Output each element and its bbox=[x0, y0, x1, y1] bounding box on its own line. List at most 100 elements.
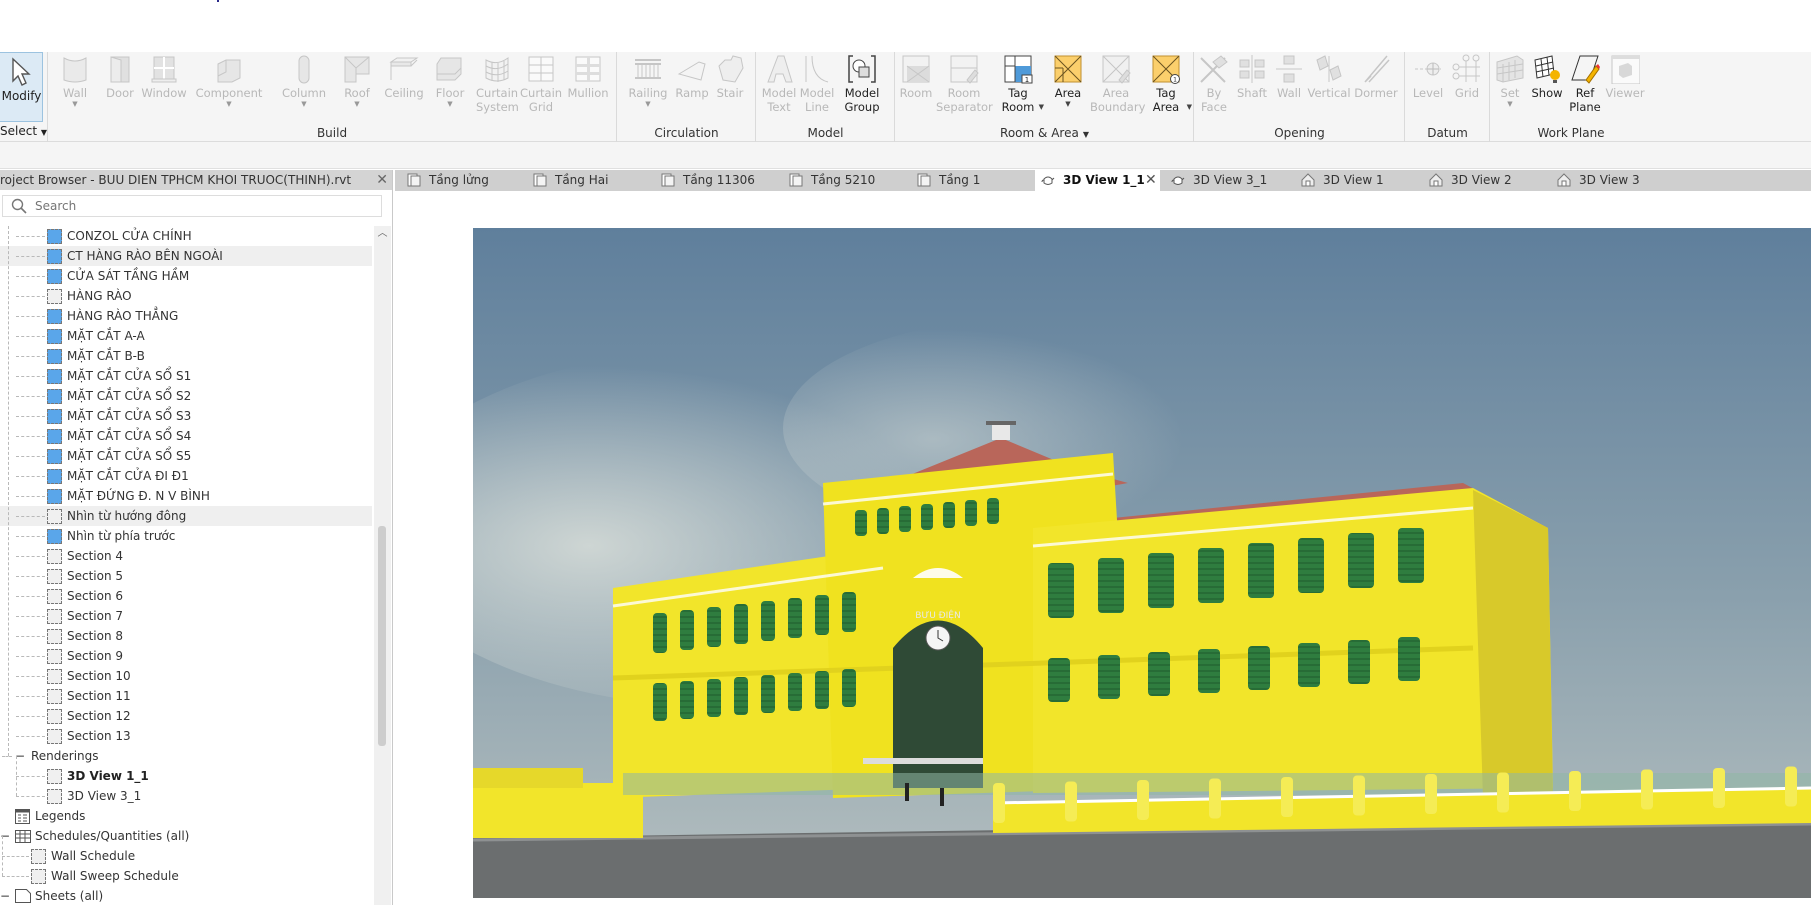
search-input[interactable] bbox=[35, 197, 365, 215]
model-text-tool[interactable]: Model Text bbox=[761, 52, 797, 114]
tree-item[interactable]: 3D View 3_1 bbox=[0, 786, 372, 806]
tree-item[interactable]: MẶT CẮT CỬA SỔ S1 bbox=[0, 366, 372, 386]
window bbox=[1348, 533, 1374, 588]
level-tool[interactable]: Level bbox=[1410, 52, 1446, 100]
vertical-opening-tool[interactable]: Vertical bbox=[1307, 52, 1351, 100]
panel-build: Wall ▼ Door Window Component ▼ Column ▼ Roo… bbox=[47, 52, 617, 142]
search-box[interactable] bbox=[2, 195, 382, 217]
floor-tool[interactable]: Floor ▼ bbox=[430, 52, 470, 108]
tree-item[interactable]: − Renderings bbox=[0, 746, 372, 766]
area-tool[interactable]: Area ▼ bbox=[1048, 52, 1088, 108]
tree-item[interactable]: Section 4 bbox=[0, 546, 372, 566]
model-group-tool[interactable]: Model Group bbox=[839, 52, 885, 114]
vertical-scrollbar[interactable]: ︿ bbox=[374, 226, 391, 905]
by-face-tool[interactable]: By Face bbox=[1199, 52, 1229, 114]
tree-item[interactable]: CỬA SÁT TẦNG HẦM bbox=[0, 266, 372, 286]
tree-item[interactable]: Section 7 bbox=[0, 606, 372, 626]
area-boundary-tool[interactable]: Area Boundary bbox=[1090, 52, 1145, 114]
view-tab[interactable]: Tầng lửng bbox=[401, 170, 527, 191]
room-separator-tool[interactable]: Room Separator bbox=[936, 52, 993, 114]
tree-item[interactable]: MẶT CẮT A-A bbox=[0, 326, 372, 346]
select-panel-dropdown[interactable]: Select ▼ bbox=[0, 124, 47, 138]
view-tab[interactable]: 3D View 3_1 bbox=[1165, 170, 1291, 191]
wall-tool[interactable]: Wall ▼ bbox=[60, 52, 90, 108]
collapse-toggle[interactable]: − bbox=[0, 886, 10, 905]
tree-item[interactable]: CT HÀNG RÀO BÊN NGOÀI bbox=[0, 246, 372, 266]
tree-guide-line bbox=[16, 296, 45, 297]
rendered-image[interactable]: BƯU ĐIỆN bbox=[473, 228, 1811, 898]
component-tool[interactable]: Component ▼ bbox=[194, 52, 264, 108]
close-icon[interactable]: ✕ bbox=[376, 170, 388, 190]
tree-item[interactable]: MẶT CẮT CỬA ĐI Đ1 bbox=[0, 466, 372, 486]
view-tab[interactable]: Tầng 5210 bbox=[783, 170, 909, 191]
tag-area-tool[interactable]: 1 Tag Area ▼ bbox=[1146, 52, 1192, 114]
view-tab[interactable]: 3D View 1 bbox=[1295, 170, 1421, 191]
tree-item[interactable]: HÀNG RÀO bbox=[0, 286, 372, 306]
tree-item[interactable]: CONZOL CỬA CHÍNH bbox=[0, 226, 372, 246]
view-tab[interactable]: Tầng 1 bbox=[911, 170, 1037, 191]
wall-opening-tool[interactable]: Wall bbox=[1273, 52, 1305, 100]
tree-item[interactable]: HÀNG RÀO THẲNG bbox=[0, 306, 372, 326]
tree-item[interactable]: Section 6 bbox=[0, 586, 372, 606]
door-tool[interactable]: Door bbox=[102, 52, 138, 100]
ceiling-tool[interactable]: Ceiling bbox=[384, 52, 424, 100]
window-tool[interactable]: Window bbox=[140, 52, 188, 100]
curtain-system-tool[interactable]: Curtain System bbox=[476, 52, 519, 114]
dormer-tool[interactable]: Dormer bbox=[1353, 52, 1399, 100]
tree-item[interactable]: MẶT CẮT CỬA SỔ S2 bbox=[0, 386, 372, 406]
tree-item[interactable]: MẶT CẮT B-B bbox=[0, 346, 372, 366]
tree-item[interactable]: Section 10 bbox=[0, 666, 372, 686]
viewer-tool[interactable]: Viewer bbox=[1605, 52, 1645, 100]
tree-item[interactable]: MẶT ĐỨNG Đ. N V BÌNH bbox=[0, 486, 372, 506]
column-tool[interactable]: Column ▼ bbox=[280, 52, 328, 108]
tree-item-label: CỬA SÁT TẦNG HẦM bbox=[67, 269, 190, 283]
scroll-up-icon[interactable]: ︿ bbox=[374, 226, 391, 242]
tree-item[interactable]: Section 5 bbox=[0, 566, 372, 586]
ramp-tool[interactable]: Ramp bbox=[674, 52, 710, 100]
ref-plane-tool[interactable]: Ref Plane bbox=[1567, 52, 1603, 114]
room-tool[interactable]: Room bbox=[898, 52, 934, 100]
tree-item[interactable]: MẶT CẮT CỬA SỔ S3 bbox=[0, 406, 372, 426]
view-tab[interactable]: 3D View 1_1 ✕ bbox=[1035, 170, 1160, 191]
view-tab[interactable]: 3D View 2 bbox=[1423, 170, 1549, 191]
3d-viewport[interactable]: BƯU ĐIỆN bbox=[395, 191, 1811, 905]
tree-item[interactable]: 3D View 1_1 bbox=[0, 766, 372, 786]
roof-tool[interactable]: Roof ▼ bbox=[340, 52, 374, 108]
close-tab-icon[interactable]: ✕ bbox=[1145, 170, 1157, 191]
tree-item[interactable]: Legends bbox=[0, 806, 372, 826]
tree-item[interactable]: Section 9 bbox=[0, 646, 372, 666]
show-workplane-tool[interactable]: Show bbox=[1529, 52, 1565, 100]
tree-item[interactable]: − Sheets (all) bbox=[0, 886, 372, 905]
tree-item[interactable]: Nhìn từ hướng đông bbox=[0, 506, 372, 526]
tree-item[interactable]: MẶT CẮT CỬA SỔ S4 bbox=[0, 426, 372, 446]
tag-room-tool[interactable]: 1 Tag Room ▼ bbox=[996, 52, 1044, 114]
show-label: Show bbox=[1531, 86, 1563, 100]
modify-button[interactable]: Modify bbox=[0, 52, 43, 122]
model-line-label-2: Line bbox=[805, 100, 829, 114]
tree-item[interactable]: Wall Schedule bbox=[0, 846, 372, 866]
view-icon bbox=[47, 549, 62, 564]
tree-item[interactable]: Section 8 bbox=[0, 626, 372, 646]
railing-tool[interactable]: Railing ▼ bbox=[628, 52, 668, 108]
shaft-tool[interactable]: Shaft bbox=[1235, 52, 1269, 100]
view-tab[interactable]: Tầng Hai bbox=[527, 170, 653, 191]
tree-item[interactable]: Section 12 bbox=[0, 706, 372, 726]
tree-item[interactable]: Section 11 bbox=[0, 686, 372, 706]
tree-item[interactable]: − Schedules/Quantities (all) bbox=[0, 826, 372, 846]
stair-tool[interactable]: Stair bbox=[712, 52, 748, 100]
tree-item[interactable]: Section 13 bbox=[0, 726, 372, 746]
view-tab[interactable]: 3D View 3 bbox=[1551, 170, 1677, 191]
mullion-tool[interactable]: Mullion bbox=[566, 52, 610, 100]
tree-guide-line bbox=[16, 496, 45, 497]
curtain-grid-tool[interactable]: Curtain Grid bbox=[520, 52, 562, 114]
scroll-thumb[interactable] bbox=[378, 526, 386, 746]
tree-item[interactable]: Nhìn từ phía trước bbox=[0, 526, 372, 546]
floor-plan-icon bbox=[533, 173, 547, 187]
tree-item[interactable]: Wall Sweep Schedule bbox=[0, 866, 372, 886]
tree-item[interactable]: MẶT CẮT CỬA SỔ S5 bbox=[0, 446, 372, 466]
panel-title-room-area[interactable]: Room & Area ▼ bbox=[896, 126, 1193, 140]
set-workplane-tool[interactable]: Set ▼ bbox=[1493, 52, 1527, 108]
model-line-tool[interactable]: Model Line bbox=[799, 52, 835, 114]
grid-tool[interactable]: Grid bbox=[1450, 52, 1484, 100]
view-tab[interactable]: Tầng 11306 bbox=[655, 170, 781, 191]
